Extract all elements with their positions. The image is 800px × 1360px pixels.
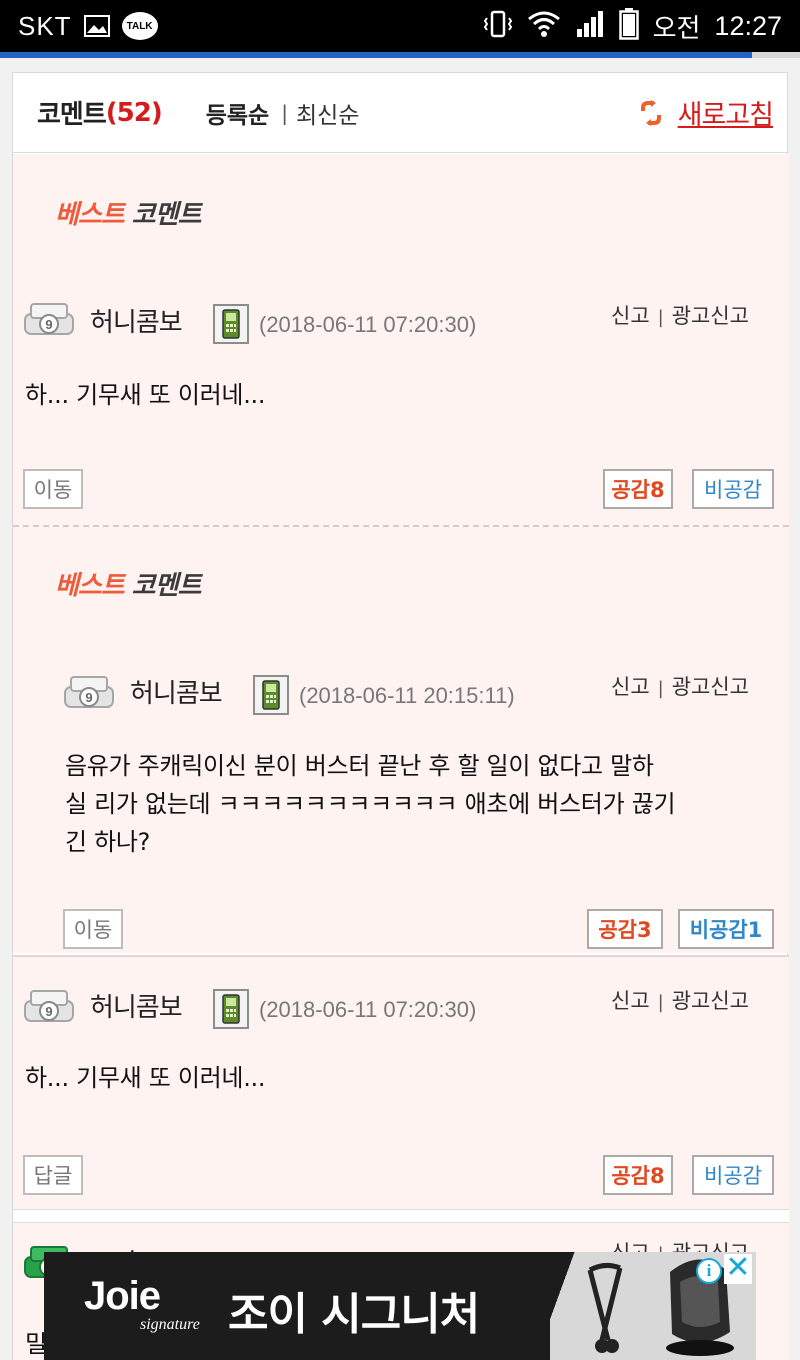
ampm-label: 오전 xyxy=(652,13,701,44)
mobile-device-icon xyxy=(213,989,249,1029)
best-label-word2: 코멘트 xyxy=(131,200,202,230)
ad-report-link[interactable]: 광고신고 xyxy=(672,675,749,699)
best-label-word1: 베스트 xyxy=(55,571,125,601)
comment-timestamp: (2018-06-11 07:20:30) xyxy=(259,312,477,337)
sort-separator: | xyxy=(281,100,288,125)
vibrate-icon xyxy=(483,9,513,44)
sort-by-registration[interactable]: 등록순 xyxy=(206,96,269,130)
refresh-label: 새로고침 xyxy=(677,100,774,131)
dislike-button[interactable]: 비공감 xyxy=(692,1155,774,1195)
battery-icon xyxy=(618,7,639,45)
ad-report-link[interactable]: 광고신고 xyxy=(672,989,749,1013)
best-label-word1: 베스트 xyxy=(55,200,125,230)
comment-author[interactable]: 허니콤보 xyxy=(90,987,183,1024)
like-button[interactable]: 공감8 xyxy=(603,1155,673,1195)
level-badge-icon: 9 xyxy=(23,987,75,1027)
wifi-icon xyxy=(527,9,561,44)
dislike-button[interactable]: 비공감 xyxy=(692,469,774,509)
report-separator: | xyxy=(657,678,664,699)
comment-author[interactable]: 허니콤보 xyxy=(130,673,223,710)
dislike-button[interactable]: 비공감1 xyxy=(678,909,774,949)
kakaotalk-icon: TALK xyxy=(121,12,158,40)
like-button[interactable]: 공감3 xyxy=(587,909,663,949)
comment-section: 9 허니콤보 (2018-06-11 07:20:30) 신고 | 광고신고 하..… xyxy=(13,955,789,1209)
best-comment-label: 베스트 코멘트 xyxy=(55,565,202,602)
comment-timestamp: (2018-06-11 07:20:30) xyxy=(259,997,477,1022)
status-bar: SKT TALK 오전 12:27 xyxy=(0,0,800,52)
progress-fill xyxy=(0,52,752,58)
comment-text: 하... 기무새 또 이러네... xyxy=(25,381,266,409)
svg-text:9: 9 xyxy=(45,317,52,332)
page-load-progress xyxy=(0,52,800,58)
comment-text-line-3: 긴 하나? xyxy=(65,828,151,856)
report-links: 신고 | 광고신고 xyxy=(611,671,749,701)
report-link[interactable]: 신고 xyxy=(611,989,650,1013)
report-links: 신고 | 광고신고 xyxy=(611,985,749,1015)
move-button[interactable]: 이동 xyxy=(63,909,123,949)
report-separator: | xyxy=(657,992,664,1013)
refresh-button[interactable]: 새로고침 xyxy=(640,93,774,132)
report-links: 신고 | 광고신고 xyxy=(611,300,749,330)
mobile-device-icon xyxy=(253,675,289,715)
mobile-device-icon xyxy=(213,304,249,344)
ad-report-link[interactable]: 광고신고 xyxy=(672,304,749,328)
move-button[interactable]: 이동 xyxy=(23,469,83,509)
reply-button[interactable]: 답글 xyxy=(23,1155,83,1195)
comment-text: 하... 기무새 또 이러네... xyxy=(25,1064,266,1092)
level-badge-icon: 9 xyxy=(23,300,75,340)
comment-text-line-2: 실 리가 없는데 ㅋㅋㅋㅋㅋㅋㅋㅋㅋㅋㅋ 애초에 버스터가 끊기 xyxy=(65,790,676,818)
report-link[interactable]: 신고 xyxy=(611,304,650,328)
level-badge-icon: 9 xyxy=(63,673,115,713)
sort-by-latest[interactable]: 최신순 xyxy=(296,96,359,130)
comment-header: 코멘트 (52) 등록순 | 최신순 새로고침 xyxy=(13,73,787,153)
ad-brand-logo: Joie xyxy=(84,1274,161,1318)
gallery-icon xyxy=(83,15,110,37)
section-divider xyxy=(13,1209,789,1223)
svg-text:9: 9 xyxy=(45,1004,52,1019)
ad-brand-sub: signature xyxy=(140,1316,200,1333)
svg-text:9: 9 xyxy=(85,690,92,705)
refresh-icon xyxy=(640,99,662,126)
comment-timestamp: (2018-06-11 20:15:11) xyxy=(299,683,515,708)
like-button[interactable]: 공감8 xyxy=(603,469,673,509)
comment-author[interactable]: 허니콤보 xyxy=(90,302,183,339)
carrier-label: SKT xyxy=(18,10,72,41)
sort-options: 등록순 | 최신순 xyxy=(206,96,360,130)
best-comment-label: 베스트 코멘트 xyxy=(55,194,202,231)
best-comment-section: 베스트 코멘트 9 허니콤보 (2018-06-11 07:20:30) 신고 | 광… xyxy=(13,154,789,526)
comment-panel: 코멘트 (52) 등록순 | 최신순 새로고침 베스트 코멘트 9 허니콤보 (20… xyxy=(12,72,789,1360)
comment-title: 코멘트 xyxy=(37,100,107,130)
best-label-word2: 코멘트 xyxy=(131,571,202,601)
ad-close-icon[interactable]: ✕ xyxy=(724,1253,752,1284)
comment-count: (52) xyxy=(105,97,163,128)
clock: 12:27 xyxy=(714,10,782,41)
ad-info-icon[interactable]: i xyxy=(696,1258,722,1284)
best-comment-section: 베스트 코멘트 9 허니콤보 (2018-06-11 20:15:11) 신고 | 광… xyxy=(13,527,789,953)
ad-headline: 조이 시그니처 xyxy=(228,1289,480,1340)
talk-badge: TALK xyxy=(121,12,158,40)
signal-icon xyxy=(575,9,605,44)
ad-banner[interactable]: Joie signature 조이 시그니처 i ✕ xyxy=(44,1252,756,1360)
report-link[interactable]: 신고 xyxy=(611,675,650,699)
report-separator: | xyxy=(657,307,664,328)
comment-text-line-1: 음유가 주캐릭이신 분이 버스터 끝난 후 할 일이 없다고 말하 xyxy=(65,752,654,780)
